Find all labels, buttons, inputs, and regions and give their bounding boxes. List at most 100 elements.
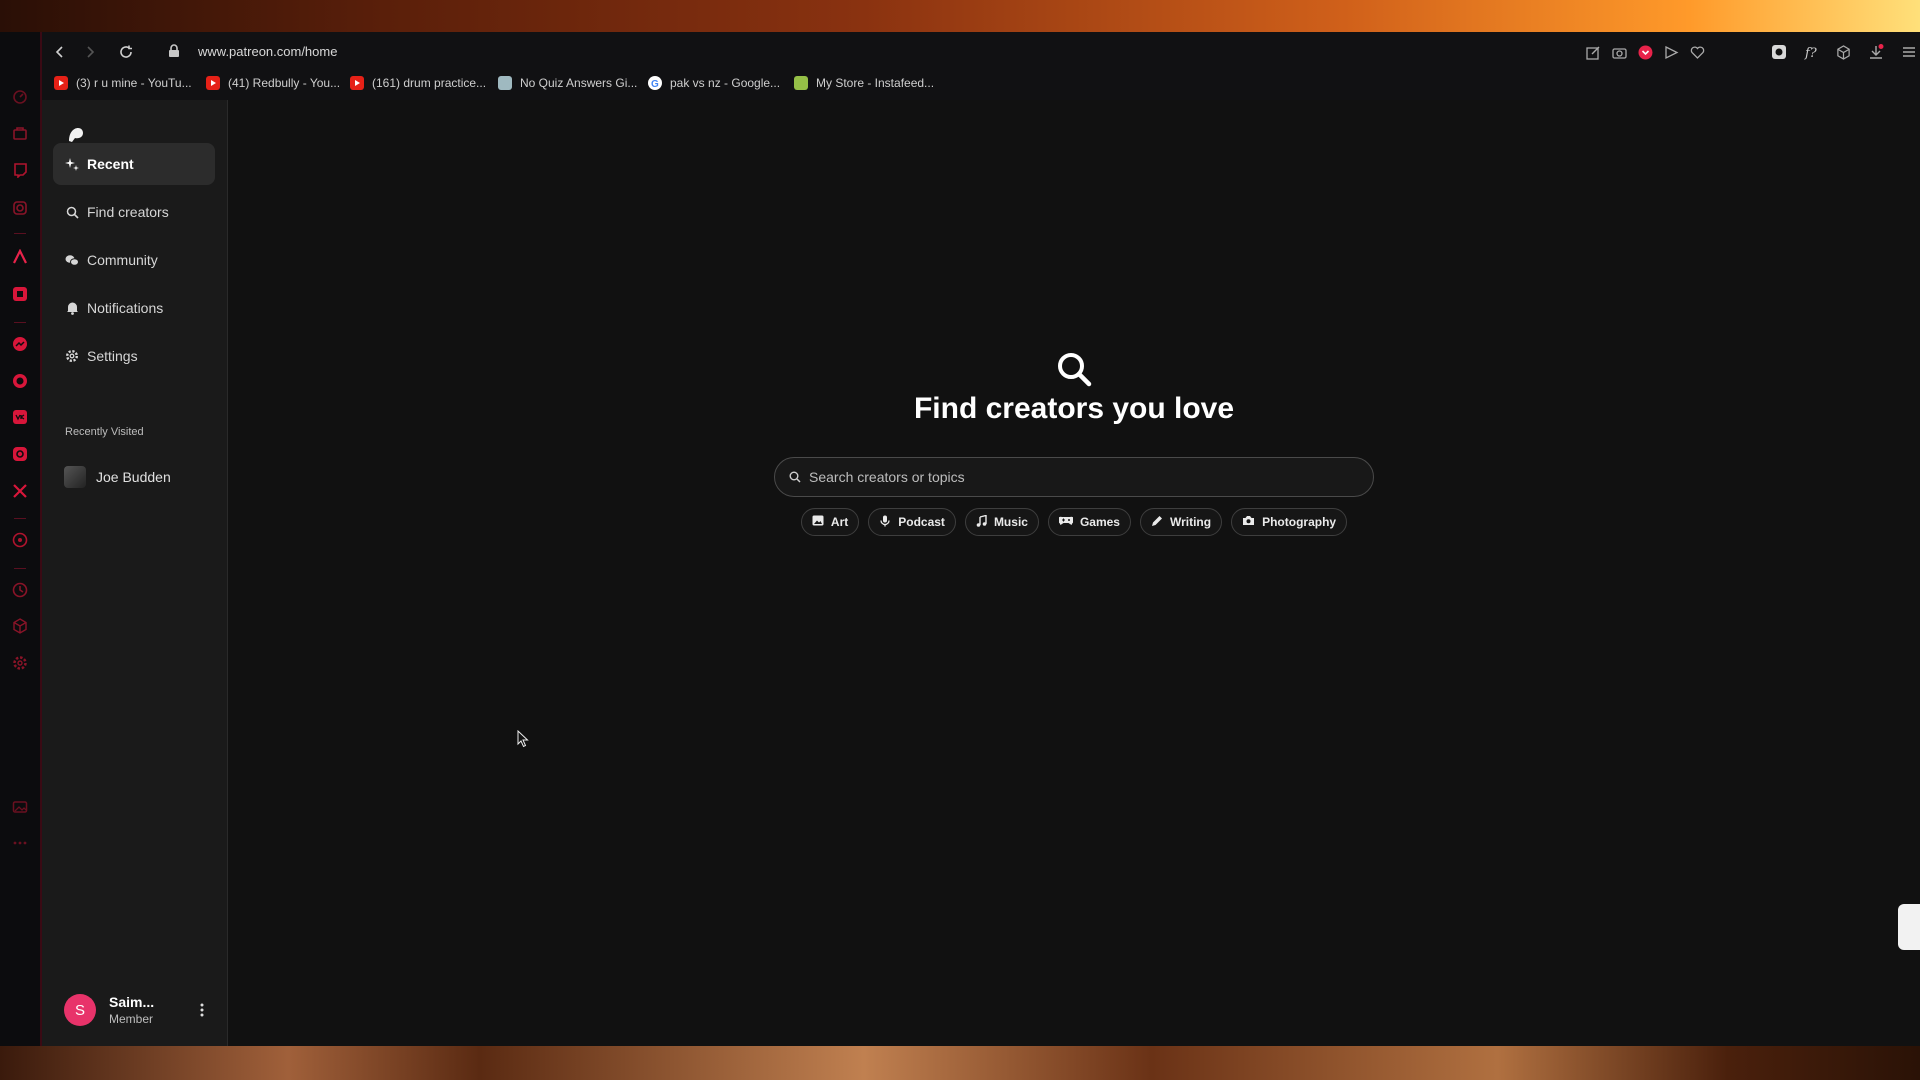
menu-icon[interactable] (1900, 43, 1918, 61)
search-icon (789, 471, 801, 483)
youtube-music-icon[interactable] (11, 285, 29, 303)
sidebar-item-recent[interactable]: Recent (53, 143, 215, 185)
chip-games[interactable]: Games (1047, 508, 1131, 536)
sidebar-item-community[interactable]: Community (53, 239, 215, 281)
bookmark-item[interactable]: (161) drum practice... (350, 74, 486, 92)
chip-label: Music (993, 515, 1028, 529)
rail-separator (14, 233, 26, 234)
edit-icon[interactable] (1584, 43, 1602, 61)
gallery-icon[interactable] (11, 798, 29, 816)
rail-separator (14, 568, 26, 569)
sidebar-item-label: Recent (87, 156, 134, 172)
bookmark-item[interactable]: G pak vs nz - Google... (648, 74, 780, 92)
bookmark-label: (41) Redbully - You... (228, 76, 341, 90)
search-icon (1055, 350, 1093, 393)
chip-label: Photography (1262, 515, 1337, 529)
side-panel-handle[interactable] (1898, 904, 1920, 950)
history-icon[interactable] (11, 581, 29, 599)
cube-icon[interactable] (1834, 43, 1852, 61)
chip-music[interactable]: Music (964, 508, 1039, 536)
svg-text:G: G (651, 79, 659, 88)
forward-button[interactable] (80, 42, 100, 62)
heart-icon[interactable] (1688, 43, 1706, 61)
bookmark-label: (161) drum practice... (372, 76, 487, 90)
recently-visited-heading: Recently Visited (65, 426, 144, 438)
search-bar[interactable] (774, 457, 1374, 497)
more-icon[interactable] (11, 834, 29, 852)
instagram-icon[interactable] (11, 445, 29, 463)
sidebar-item-settings[interactable]: Settings (53, 335, 215, 377)
youtube-icon (350, 76, 364, 90)
wallpaper-bottom (0, 1046, 1920, 1080)
bookmark-item[interactable]: My Store - Instafeed... (794, 74, 934, 92)
back-button[interactable] (50, 42, 70, 62)
creator-avatar (64, 466, 86, 488)
sidebar-item-label: Community (87, 252, 158, 268)
download-icon[interactable] (1867, 43, 1885, 61)
camera-icon (1242, 515, 1255, 529)
microphone-icon (879, 515, 891, 530)
page-title: Find creators you love (913, 392, 1235, 425)
sidebar-item-label: Find creators (87, 204, 169, 220)
pocket-icon[interactable] (1636, 43, 1654, 61)
youtube-icon (54, 76, 68, 90)
aria-icon[interactable] (11, 248, 29, 266)
recently-visited-item[interactable]: Joe Budden (64, 466, 171, 488)
chip-label: Writing (1169, 515, 1212, 529)
bookmark-label: (3) r u mine - YouTu... (76, 76, 192, 90)
send-icon[interactable] (1662, 43, 1680, 61)
search-icon (57, 206, 87, 219)
pencil-icon (1151, 515, 1163, 530)
instagram-icon[interactable] (11, 199, 29, 217)
browser-toolbar: www.patreon.com/home f? (3) r u mine - Y… (42, 32, 1920, 100)
bookmark-label: No Quiz Answers Gi... (520, 76, 638, 90)
lock-icon[interactable] (168, 44, 180, 63)
settings-icon[interactable] (11, 654, 29, 672)
youtube-icon (206, 76, 220, 90)
sidebar-item-label: Notifications (87, 300, 164, 316)
vk-icon[interactable] (11, 408, 29, 426)
whatsapp-icon[interactable] (11, 372, 29, 390)
bookmark-item[interactable]: No Quiz Answers Gi... (498, 74, 637, 92)
user-profile[interactable]: S Saim... Member (64, 990, 214, 1030)
sidebar-item-find-creators[interactable]: Find creators (53, 191, 215, 233)
bell-icon (57, 301, 87, 315)
wallpaper-top (0, 0, 1920, 32)
cube-icon[interactable] (11, 617, 29, 635)
gear-icon (57, 349, 87, 363)
rail-separator (14, 518, 26, 519)
sidebar-item-notifications[interactable]: Notifications (53, 287, 215, 329)
bookmark-item[interactable]: (41) Redbully - You... (206, 74, 340, 92)
chat-icon (57, 254, 87, 267)
google-icon: G (648, 76, 662, 90)
function-icon[interactable]: f? (1802, 43, 1820, 61)
rail-separator (14, 322, 26, 323)
search-input[interactable] (807, 468, 1351, 486)
user-name: Saim... (109, 994, 155, 1010)
shopify-icon (794, 76, 808, 90)
address-bar[interactable]: www.patreon.com/home (198, 42, 337, 62)
sparkle-icon (57, 157, 87, 171)
x-icon[interactable] (11, 482, 29, 500)
bookmark-item[interactable]: (3) r u mine - YouTu... (54, 74, 192, 92)
sidebar-item-label: Settings (87, 348, 138, 364)
bookmark-label: My Store - Instafeed... (816, 76, 935, 90)
messenger-icon[interactable] (11, 335, 29, 353)
reload-button[interactable] (116, 42, 136, 62)
bookmark-label: pak vs nz - Google... (670, 76, 781, 90)
twitch-icon[interactable] (11, 161, 29, 179)
player-icon[interactable] (11, 531, 29, 549)
chip-podcast[interactable]: Podcast (868, 508, 956, 536)
extension-icon[interactable] (1770, 43, 1788, 61)
chip-art[interactable]: Art (800, 508, 860, 536)
recently-visited-label: Joe Budden (96, 469, 171, 485)
chip-writing[interactable]: Writing (1139, 508, 1223, 536)
avatar[interactable]: S (64, 994, 96, 1026)
bag-icon[interactable] (11, 124, 29, 142)
music-note-icon (976, 514, 987, 530)
camera-icon[interactable] (1610, 43, 1628, 61)
speed-dial-icon[interactable] (11, 88, 29, 106)
chip-label: Podcast (898, 515, 945, 529)
kebab-menu-icon[interactable] (196, 1000, 208, 1020)
chip-photography[interactable]: Photography (1231, 508, 1348, 536)
